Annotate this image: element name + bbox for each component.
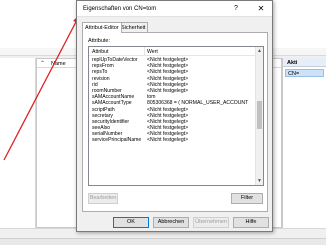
actions-selected-item[interactable]: CN= — [285, 69, 324, 77]
attributes-label: Attribute: — [88, 38, 111, 44]
scroll-up-arrow-icon[interactable]: ▲ — [256, 47, 263, 55]
help-button[interactable]: Hilfe — [233, 217, 269, 228]
vertical-scrollbar[interactable]: ▲ ▼ — [255, 47, 263, 185]
filter-button[interactable]: Filter — [231, 193, 263, 204]
background-tree-pane — [0, 58, 36, 228]
name-column-header[interactable]: Name — [51, 61, 66, 67]
scroll-down-arrow-icon[interactable]: ▼ — [256, 177, 263, 185]
attribute-column-header[interactable]: Attribut — [92, 49, 108, 55]
dialog-title: Eigenschaften von CN=tom — [83, 6, 157, 12]
actions-pane: Akti CN= — [282, 58, 326, 228]
attribute-editor-panel: Attribute: Attribut Wert replUpToDateVec… — [82, 32, 268, 212]
help-icon[interactable]: ? — [230, 4, 242, 14]
column-divider[interactable] — [144, 47, 145, 56]
scrollbar-thumb[interactable] — [257, 101, 262, 129]
table-row[interactable]: servicePrincipalName <Nicht festgelegt> — [89, 137, 257, 143]
value-column-header[interactable]: Wert — [147, 49, 158, 55]
actions-header: Akti — [283, 58, 326, 67]
dialog-titlebar[interactable]: Eigenschaften von CN=tom ? ✕ — [77, 1, 272, 17]
taskbar — [0, 238, 326, 245]
attribute-list-header: Attribut Wert — [89, 47, 257, 56]
attribute-rows: replUpToDateVector <Nicht festgelegt> reps… — [89, 57, 257, 144]
attribute-list[interactable]: Attribut Wert replUpToDateVector <Nicht f… — [88, 46, 264, 186]
edit-button[interactable]: Bearbeiten — [88, 193, 118, 204]
cancel-button[interactable]: Abbrechen — [153, 217, 189, 228]
tab-attribute-editor[interactable]: Attribut-Editor — [82, 22, 122, 33]
tab-security[interactable]: Sicherheit — [118, 22, 149, 32]
collapse-chevron-icon[interactable]: ⌃ — [40, 60, 45, 67]
attribute-value: <Nicht festgelegt> — [147, 137, 189, 144]
ok-button[interactable]: OK — [113, 217, 149, 228]
close-icon[interactable]: ✕ — [254, 4, 268, 14]
attribute-name: servicePrincipalName — [92, 137, 142, 144]
properties-dialog: Eigenschaften von CN=tom ? ✕ Attribut-Ed… — [76, 0, 273, 232]
apply-button[interactable]: Übernehmen — [193, 217, 229, 228]
